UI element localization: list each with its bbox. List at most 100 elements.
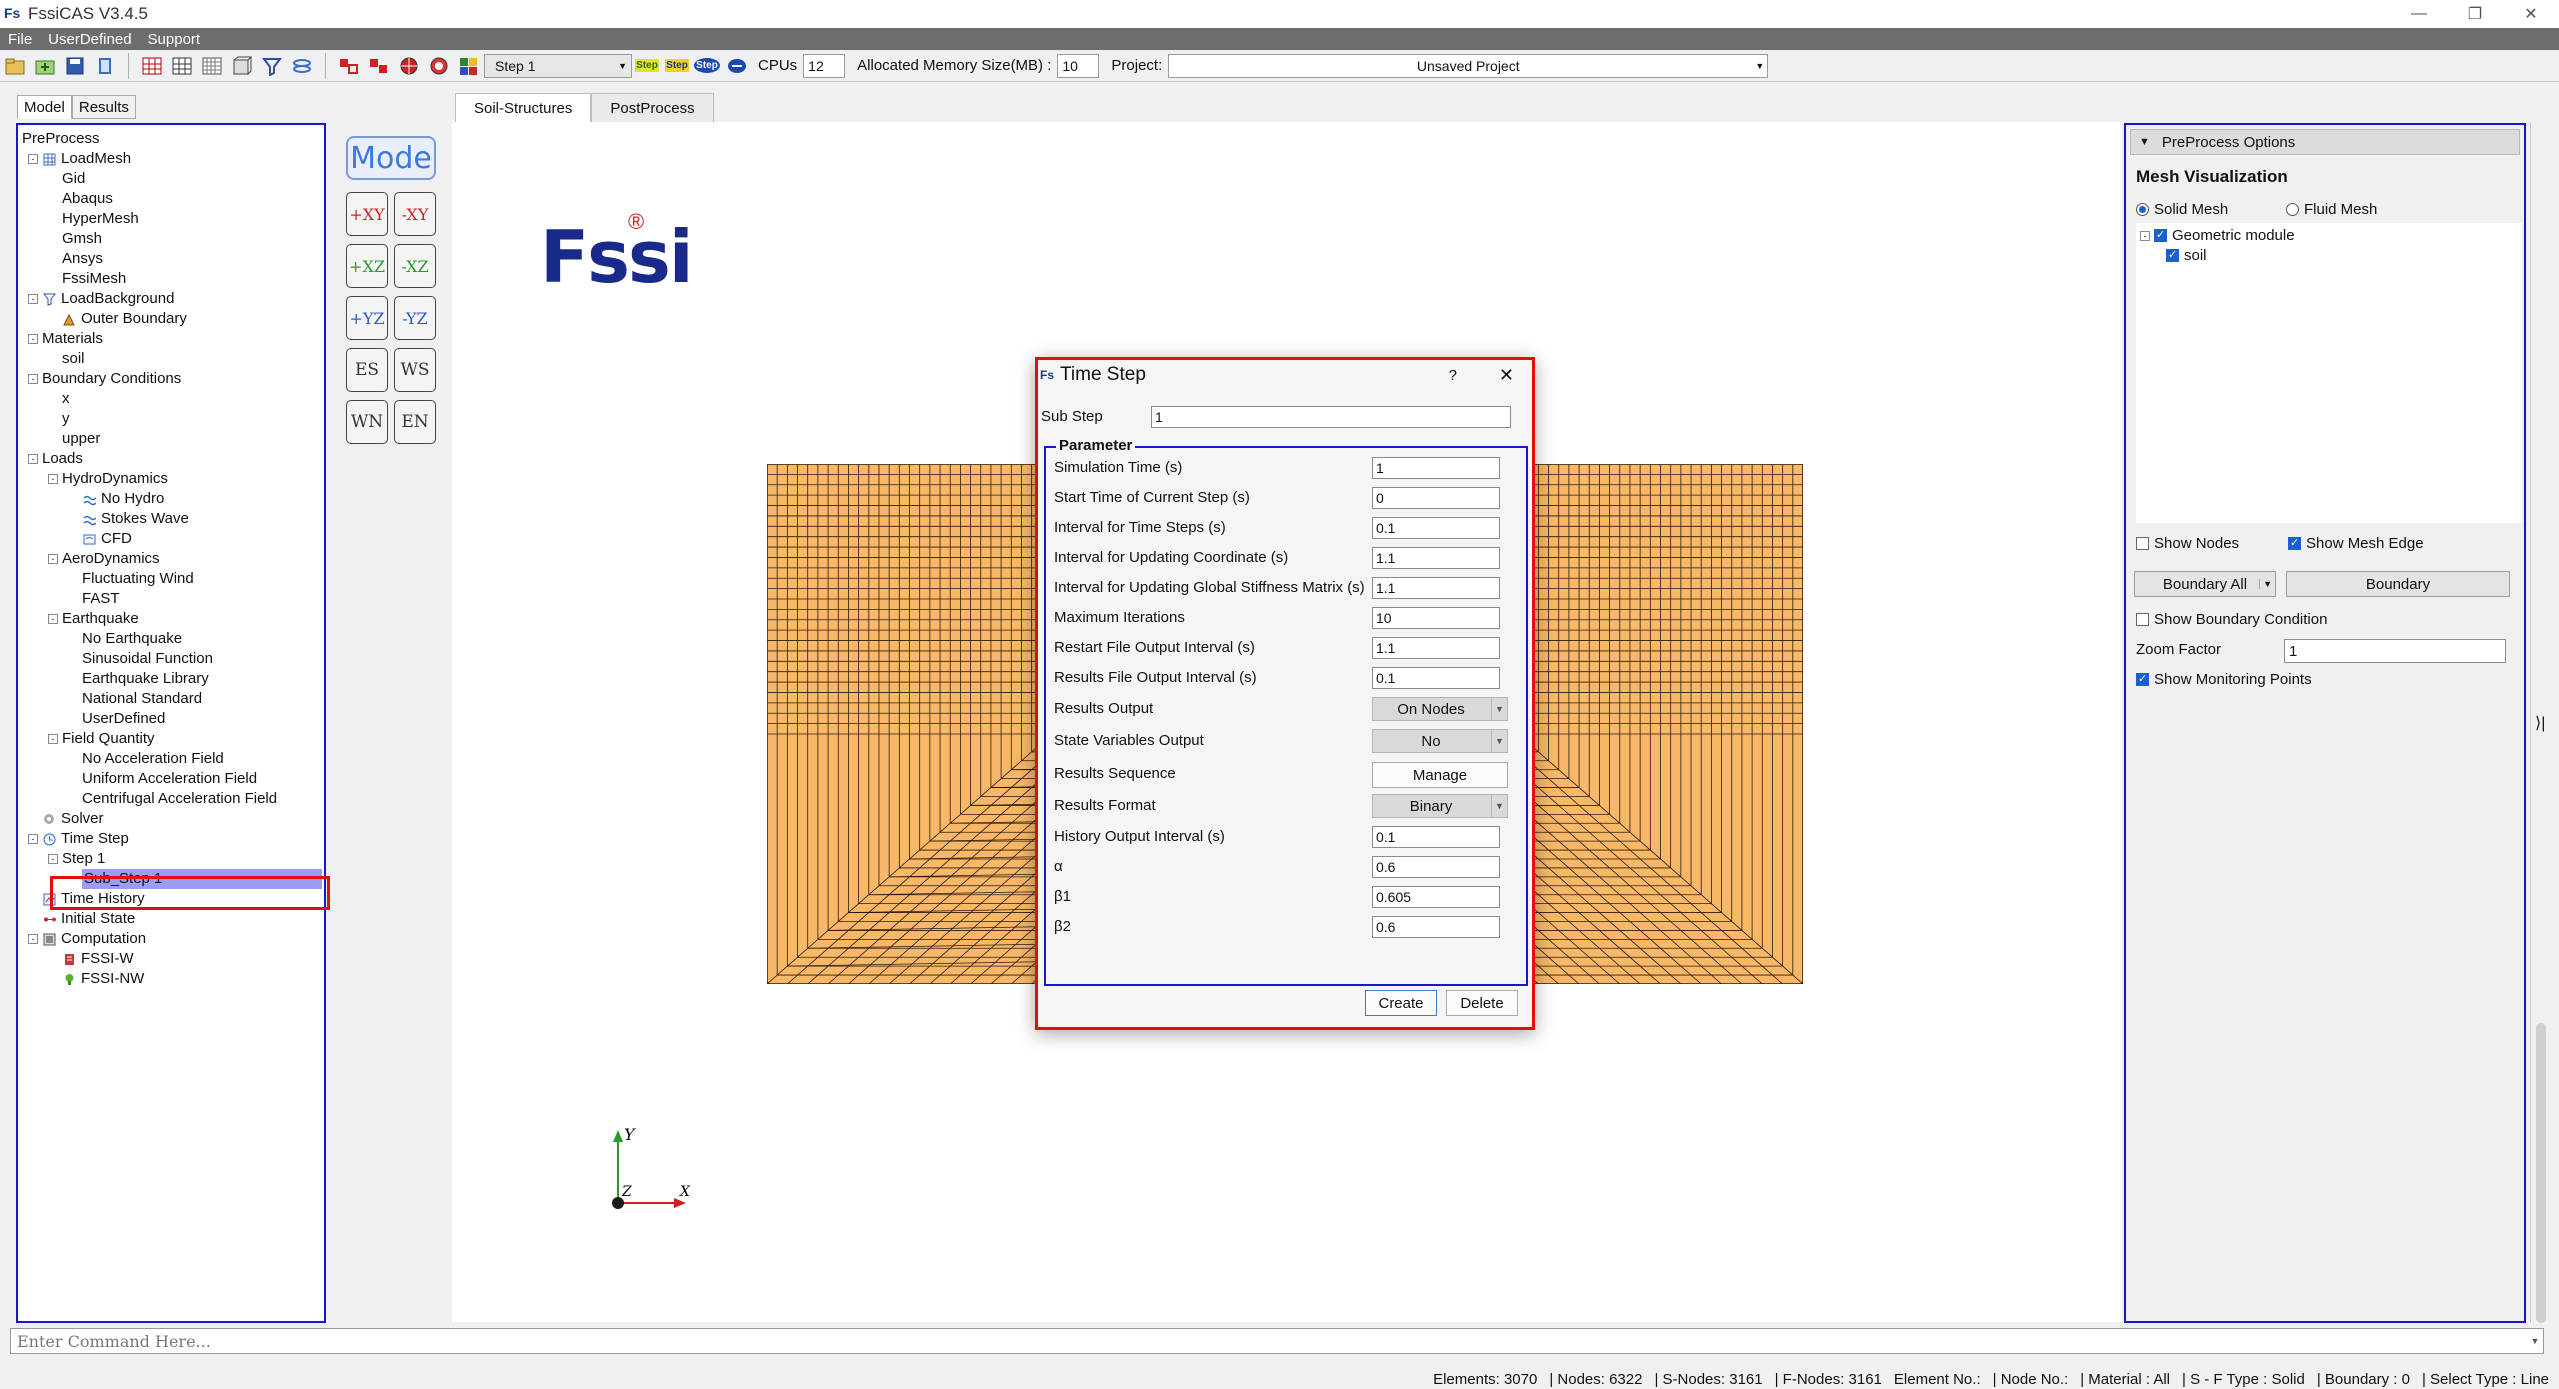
parameter-input[interactable]: 1.1 [1372, 577, 1500, 599]
command-input[interactable]: Enter Command Here... [10, 1328, 2544, 1354]
tree-item[interactable]: Initial State [18, 909, 324, 929]
tree-item[interactable]: UserDefined [18, 709, 324, 729]
tree-item[interactable]: - Loads [18, 449, 324, 469]
grid-red-icon[interactable] [138, 53, 166, 79]
tree-item[interactable]: CFD [18, 529, 324, 549]
parameter-input[interactable]: 1.1 [1372, 547, 1500, 569]
book-icon[interactable] [91, 53, 119, 79]
tree-item[interactable]: - Field Quantity [18, 729, 324, 749]
tree-item[interactable]: y [18, 409, 324, 429]
checkbox-checked-icon[interactable] [2154, 228, 2167, 242]
run-icon[interactable] [723, 53, 751, 79]
tree-item[interactable]: - Computation [18, 929, 324, 949]
parameter-combo[interactable]: No ▼ [1372, 729, 1508, 753]
funnel-icon[interactable] [258, 53, 286, 79]
minimize-icon[interactable]: — [2391, 0, 2447, 28]
collapse-icon[interactable]: - [28, 934, 38, 944]
view-en-button[interactable]: EN [394, 400, 436, 444]
parameter-input[interactable]: 1.1 [1372, 637, 1500, 659]
tree-item[interactable]: FssiMesh [18, 269, 324, 289]
step-yellow-icon[interactable]: Step [633, 53, 661, 79]
tree-item[interactable]: FSSI-W [18, 949, 324, 969]
collapse-icon[interactable]: - [48, 474, 58, 484]
grid-dark-icon[interactable] [168, 53, 196, 79]
view-minus-xy-button[interactable]: -XY [394, 192, 436, 236]
fluid-mesh-radio[interactable]: Fluid Mesh [2286, 201, 2377, 218]
parameter-input[interactable]: 0.605 [1372, 886, 1500, 908]
tree-item[interactable]: - LoadBackground [18, 289, 324, 309]
parameter-input[interactable]: 10 [1372, 607, 1500, 629]
delete-button[interactable]: Delete [1446, 990, 1518, 1016]
tab-postprocess[interactable]: PostProcess [591, 93, 714, 123]
view-minus-xz-button[interactable]: -XZ [394, 244, 436, 288]
globe-alt-icon[interactable] [425, 53, 453, 79]
collapse-icon[interactable]: - [28, 454, 38, 464]
tree-item[interactable]: - LoadMesh [18, 149, 324, 169]
collapse-icon[interactable]: - [28, 334, 38, 344]
close-icon[interactable]: ✕ [1499, 365, 1514, 386]
tree-item[interactable]: - Step 1 [18, 849, 324, 869]
scrollbar-thumb[interactable] [2536, 1023, 2546, 1323]
tree-item[interactable]: x [18, 389, 324, 409]
tree-item[interactable]: HyperMesh [18, 209, 324, 229]
collapse-icon[interactable]: - [48, 854, 58, 864]
tree-item[interactable]: - Time Step [18, 829, 324, 849]
memory-input[interactable]: 10 [1057, 53, 1100, 78]
tree-item[interactable]: - Boundary Conditions [18, 369, 324, 389]
tree-item[interactable]: Ansys [18, 249, 324, 269]
tree-item[interactable]: No Acceleration Field [18, 749, 324, 769]
tree-item[interactable]: upper [18, 429, 324, 449]
globe-icon[interactable] [395, 53, 423, 79]
cpus-input[interactable]: 12 [803, 53, 846, 78]
tree-item-soil[interactable]: soil [2166, 247, 2207, 264]
tree-item[interactable]: Earthquake Library [18, 669, 324, 689]
tree-item[interactable]: Gmsh [18, 229, 324, 249]
boundary-button[interactable]: Boundary [2286, 571, 2510, 597]
tree-item[interactable]: Centrifugal Acceleration Field [18, 789, 324, 809]
collapse-icon[interactable]: - [28, 374, 38, 384]
sub-step-input[interactable]: 1 [1151, 406, 1511, 428]
tree-item[interactable]: Sinusoidal Function [18, 649, 324, 669]
collapse-icon[interactable]: - [28, 294, 38, 304]
parameter-input[interactable]: 0.1 [1372, 517, 1500, 539]
expand-panel-icon[interactable]: ⟩| [2535, 713, 2545, 733]
mode-button[interactable]: Mode [346, 136, 436, 180]
parameter-combo[interactable]: Binary ▼ [1372, 794, 1508, 818]
show-monitoring-points-checkbox[interactable]: Show Monitoring Points [2136, 671, 2312, 688]
view-es-button[interactable]: ES [346, 348, 388, 392]
view-plus-xy-button[interactable]: +XY [346, 192, 388, 236]
show-mesh-edge-checkbox[interactable]: Show Mesh Edge [2288, 535, 2424, 552]
chevron-down-icon[interactable]: ▼ [2527, 1330, 2543, 1352]
tree-item[interactable]: Gid [18, 169, 324, 189]
step-select[interactable]: Step 1 ▼ [484, 53, 632, 78]
collapse-icon[interactable]: - [48, 614, 58, 624]
maximize-icon[interactable]: ❐ [2447, 0, 2503, 28]
manage-button[interactable]: Manage [1372, 762, 1508, 788]
parameter-input[interactable]: 0.1 [1372, 826, 1500, 848]
tab-results[interactable]: Results [71, 95, 136, 119]
tree-item[interactable]: - HydroDynamics [18, 469, 324, 489]
view-minus-yz-button[interactable]: -YZ [394, 296, 436, 340]
create-button[interactable]: Create [1365, 990, 1437, 1016]
tree-item[interactable]: National Standard [18, 689, 324, 709]
materials-icon[interactable] [455, 53, 483, 79]
menu-file[interactable]: File [0, 31, 40, 48]
project-select[interactable]: Unsaved Project ▼ [1168, 53, 1769, 78]
close-window-icon[interactable]: ✕ [2503, 0, 2559, 28]
zoom-factor-input[interactable]: 1 [2284, 639, 2506, 663]
step-orange-icon[interactable]: Step [663, 53, 691, 79]
help-icon[interactable]: ? [1449, 367, 1457, 384]
tree-item[interactable]: Solver [18, 809, 324, 829]
import-icon[interactable] [31, 53, 59, 79]
boundary-x-icon[interactable] [335, 53, 363, 79]
menu-userdefined[interactable]: UserDefined [40, 31, 139, 48]
dialog-title-bar[interactable]: Fs Time Step ? ✕ [1038, 360, 1532, 390]
collapse-icon[interactable]: - [28, 834, 38, 844]
show-nodes-checkbox[interactable]: Show Nodes [2136, 535, 2239, 552]
parameter-input[interactable]: 1 [1372, 457, 1500, 479]
collapse-icon[interactable]: - [28, 154, 38, 164]
menu-support[interactable]: Support [140, 31, 209, 48]
tree-item[interactable]: Outer Boundary [18, 309, 324, 329]
tree-item[interactable]: soil [18, 349, 324, 369]
grid-thin-icon[interactable] [198, 53, 226, 79]
